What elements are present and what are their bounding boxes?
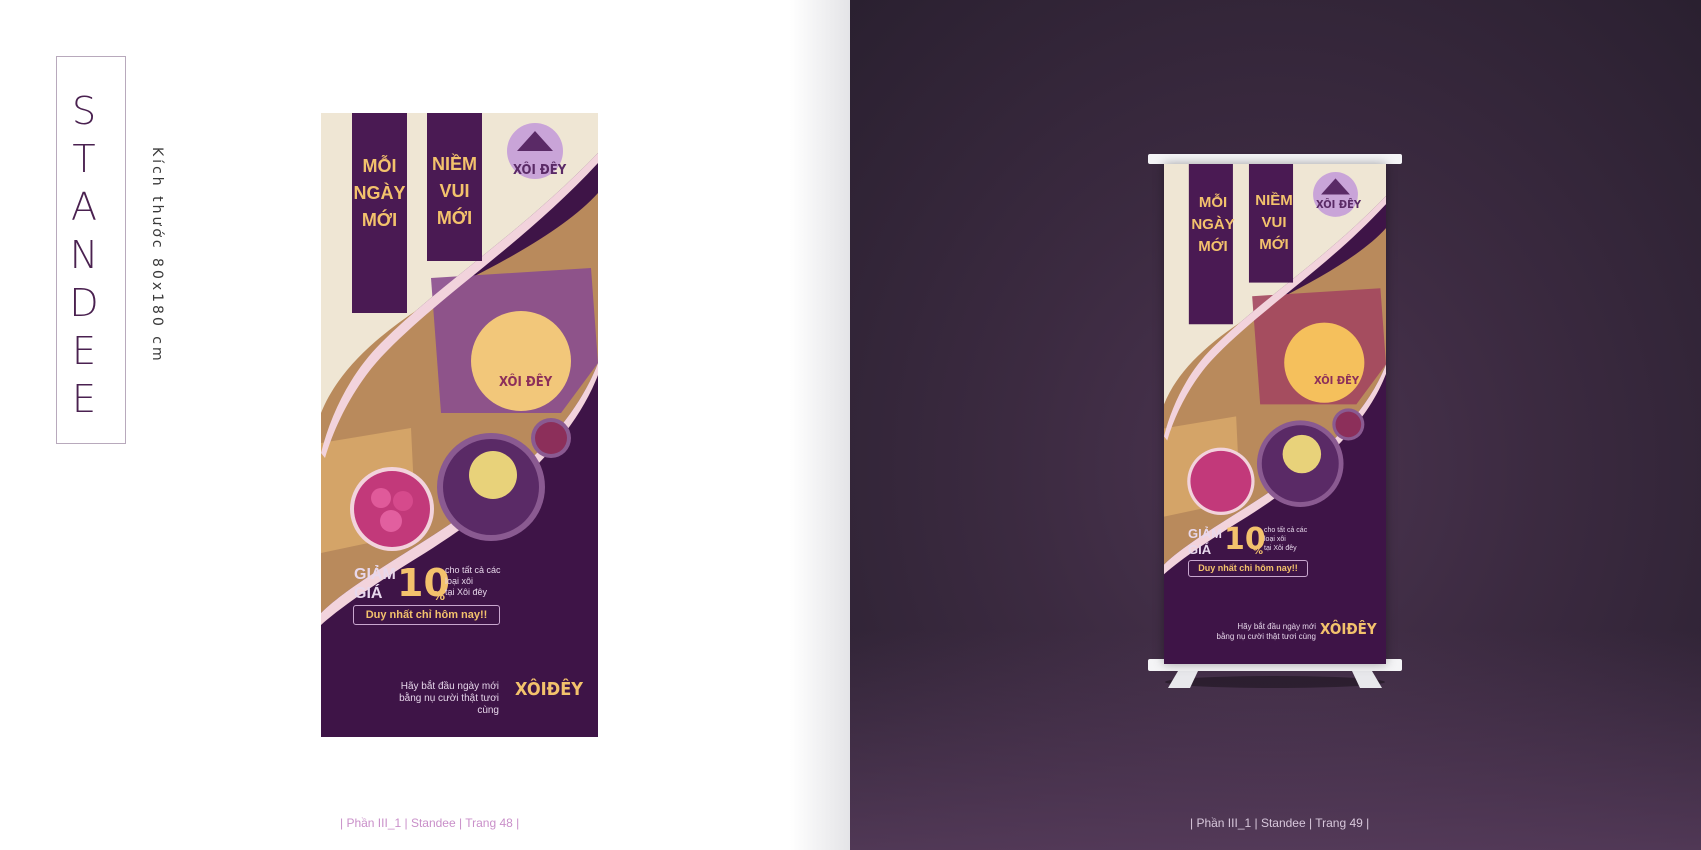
title-letter: A: [71, 185, 97, 229]
banner-line: VUI: [1261, 214, 1287, 231]
discount-label-line: GIẢM: [1188, 526, 1222, 541]
tagline-line: bằng nụ cười thật tươi cùng: [399, 693, 499, 716]
mockup-tagline: Hãy bắt đầu ngày mới bằng nụ cười thật t…: [1204, 622, 1316, 642]
mockup-discount-unit: %: [1253, 546, 1264, 557]
title-letter: S: [71, 89, 97, 133]
title-letter: T: [72, 137, 96, 181]
discount-desc-line: tại Xôi đêy: [445, 587, 488, 597]
promo-pill: Duy nhất chỉ hôm nay!!: [353, 605, 500, 625]
logo: XÔI ĐÊY: [513, 163, 567, 178]
banner-line: MỚI: [1259, 236, 1289, 253]
tagline-line: Hãy bắt đầu ngày mới: [400, 681, 499, 692]
banner-line: NIỀM: [432, 154, 477, 174]
discount-label-line: GIÁ: [354, 585, 383, 602]
title-letter: D: [69, 281, 99, 325]
title-letter: E: [71, 377, 96, 421]
size-label: Kích thước 80x180 cm: [149, 147, 165, 364]
title-letter: E: [71, 329, 96, 373]
title-letter: N: [69, 233, 99, 277]
mockup-tagline-logo: XÔIĐÊY: [1320, 620, 1377, 638]
discount-label-line: GIẢM: [354, 566, 396, 583]
mockup-bag-logo: XÔI ĐÊY: [1314, 374, 1359, 387]
banner-line: VUI: [439, 181, 470, 201]
banner-line: MỚI: [436, 208, 473, 228]
discount-desc-line: cho tất cả các: [1264, 527, 1308, 534]
standee-mockup: MỖI NGÀY MỚI NIỀM VUI MỚI XÔI ĐÊY XÔI ĐÊ…: [1148, 154, 1402, 688]
discount-unit: %: [433, 589, 446, 603]
banner-line: MỚI: [361, 210, 398, 230]
mockup-banner-left-text: MỖI NGÀY MỚI: [1189, 192, 1237, 258]
banner-line: MỖI: [1198, 194, 1228, 211]
discount-description: cho tất cả các loại xôi tại Xôi đêy: [445, 565, 501, 598]
mockup-promo-pill: Duy nhất chỉ hôm nay!!: [1188, 560, 1308, 577]
standee-title-box: S T A N D E E Kích thước 80x180 cm: [56, 56, 165, 444]
banner-left-text: MỖI NGÀY MỚI: [352, 153, 407, 234]
banner-line: NGÀY: [353, 183, 406, 203]
tagline: Hãy bắt đầu ngày mới bằng nụ cười thật t…: [379, 681, 499, 717]
mockup-discount-description: cho tất cả các loại xôi tại Xôi đêy: [1264, 526, 1307, 553]
discount-desc-line: tại Xôi đêy: [1264, 545, 1297, 552]
tagline-line: Hãy bắt đầu ngày mới: [1237, 622, 1316, 631]
tagline-line: bằng nụ cười thật tươi cùng: [1216, 632, 1316, 641]
discount-desc-line: loại xôi: [1264, 536, 1286, 543]
standee-title: S T A N D E E: [69, 87, 99, 423]
bag-logo: XÔI ĐÊY: [499, 375, 553, 390]
standee-flat-design: MỖI NGÀY MỚI NIỀM VUI MỚI XÔI ĐÊY XÔI ĐÊ…: [321, 113, 598, 737]
banner-right-text: NIỀM VUI MỚI: [427, 151, 482, 232]
mockup-logo: XÔI ĐÊY: [1316, 198, 1361, 211]
discount-label: GIẢM GIÁ: [354, 565, 396, 603]
tagline-logo: XÔIĐÊY: [515, 679, 583, 700]
discount-desc-line: loại xôi: [445, 576, 474, 586]
mockup-banner-right-text: NIỀM VUI MỚI: [1250, 190, 1298, 256]
banner-line: MỚI: [1198, 238, 1228, 255]
banner-line: NIỀM: [1255, 192, 1293, 209]
discount-desc-line: cho tất cả các: [445, 565, 501, 575]
mockup-discount-label: GIẢM GIÁ: [1188, 526, 1222, 558]
page-footer-right: | Phần III_1 | Standee | Trang 49 |: [1190, 816, 1370, 830]
banner-line: MỖI: [362, 156, 397, 176]
discount-label-line: GIÁ: [1188, 542, 1212, 557]
left-page: S T A N D E E Kích thước 80x180 cm MỖI N…: [0, 0, 850, 850]
banner-line: NGÀY: [1191, 216, 1235, 233]
page-footer-left: | Phần III_1 | Standee | Trang 48 |: [340, 816, 520, 830]
standee-mockup-banner: MỖI NGÀY MỚI NIỀM VUI MỚI XÔI ĐÊY XÔI ĐÊ…: [1164, 164, 1386, 664]
